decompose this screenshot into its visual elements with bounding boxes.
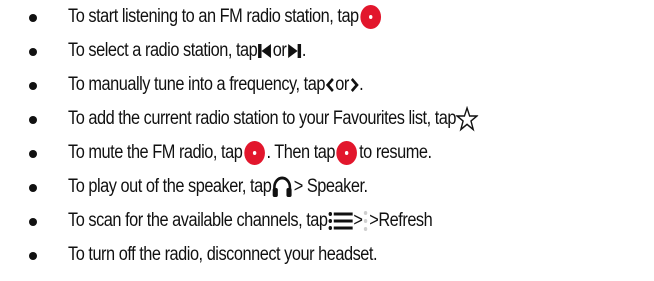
item-text-part: or <box>272 40 287 61</box>
item-text-part: > Speaker. <box>293 176 368 197</box>
skip-next-icon <box>286 42 301 60</box>
item-text-part: To start listening to an FM radio statio… <box>68 6 359 27</box>
bullet <box>29 252 37 260</box>
bullet <box>29 218 37 226</box>
list-item: To scan for the available channels, tap … <box>0 204 654 238</box>
skip-previous-icon <box>257 42 272 60</box>
list-item: To select a radio station, tap or . <box>0 34 654 68</box>
list-item: To turn off the radio, disconnect your h… <box>0 238 654 272</box>
chevron-right-icon <box>349 77 359 93</box>
bullet <box>29 82 37 90</box>
item-text-part: To scan for the available channels, tap <box>68 210 328 231</box>
item-text-part: to resume. <box>359 142 432 163</box>
item-text-part: > <box>353 210 363 231</box>
item-text-part: >Refresh <box>369 210 433 231</box>
bullet <box>29 48 37 56</box>
item-text-part: or <box>335 74 349 95</box>
item-text: To start listening to an FM radio statio… <box>68 0 383 34</box>
item-text-part: To manually tune into a frequency, tap <box>68 74 325 95</box>
item-text-part: To turn off the radio, disconnect your h… <box>68 244 378 265</box>
item-text-part: To add the current radio station to your… <box>68 108 457 129</box>
record-icon <box>244 141 265 165</box>
item-text-part: . <box>301 40 307 61</box>
bullet <box>29 184 37 192</box>
more-vertical-icon <box>362 209 369 233</box>
item-text-part: . <box>359 74 364 95</box>
record-icon <box>336 141 358 165</box>
item-text-part: To select a radio station, tap <box>68 40 258 61</box>
item-text: To mute the FM radio, tap . Then tap to … <box>68 136 432 170</box>
list-item: To mute the FM radio, tap . Then tap to … <box>0 136 654 170</box>
list-item: To add the current radio station to your… <box>0 102 654 136</box>
bullet <box>29 14 37 22</box>
item-text: To scan for the available channels, tap … <box>68 204 433 238</box>
item-text: To play out of the speaker, tap > Speake… <box>68 170 368 204</box>
list-item: To start listening to an FM radio statio… <box>0 0 654 34</box>
bullet <box>29 150 37 158</box>
bullet <box>29 116 37 124</box>
menu-icon <box>328 211 354 231</box>
item-text: To turn off the radio, disconnect your h… <box>68 238 377 272</box>
item-text-part: . Then tap <box>266 142 336 163</box>
chevron-left-icon <box>325 77 335 93</box>
list-item: To play out of the speaker, tap > Speake… <box>0 170 654 204</box>
item-text: To manually tune into a frequency, tap o… <box>68 68 364 102</box>
headphones-icon <box>271 175 293 199</box>
item-text-part: To mute the FM radio, tap <box>68 142 243 163</box>
list-item: To manually tune into a frequency, tap o… <box>0 68 654 102</box>
item-text: To add the current radio station to your… <box>68 102 479 136</box>
star-outline-icon <box>456 106 479 132</box>
item-text-part: To play out of the speaker, tap <box>68 176 272 197</box>
record-icon <box>360 5 382 29</box>
item-text: To select a radio station, tap or . <box>68 34 306 68</box>
